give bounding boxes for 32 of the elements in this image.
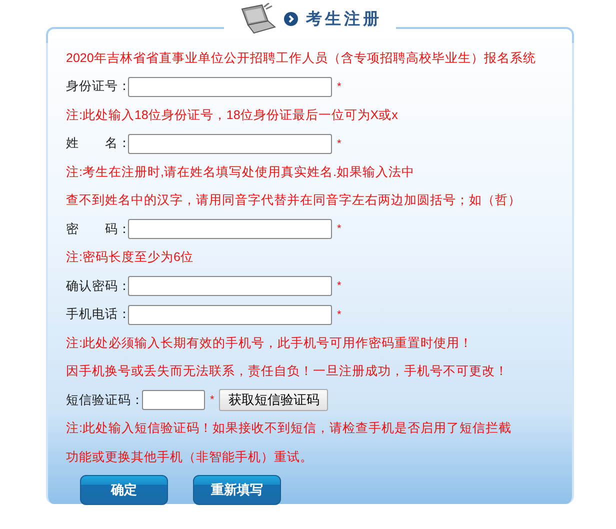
field-label: 密 码： [66,220,128,238]
note-text: 因手机换号或丢失而无法联系，责任自负！一旦注册成功，手机号不可更改！ [66,363,508,380]
required-mark: * [337,80,342,93]
field-label: 姓 名： [66,135,128,152]
note-text: 注:密码长度至少为6位 [66,249,194,266]
input-field[interactable] [128,276,332,296]
field-label: 短信验证码： [66,392,142,409]
required-mark: * [337,280,342,292]
chevron-icon [284,12,298,26]
required-mark: * [210,394,214,406]
page-title: 考生注册 [306,9,382,30]
input-field[interactable] [128,134,332,154]
required-mark: * [337,223,342,236]
input-field[interactable] [142,390,205,410]
required-mark: * [337,308,342,321]
input-field[interactable] [128,219,332,240]
form-button[interactable]: 确定 [80,474,168,504]
input-field[interactable] [128,304,332,325]
input-field[interactable] [128,76,332,97]
required-mark: * [337,138,342,150]
note-text: 注:此处必须输入长期有效的手机号，此手机号可用作密码重置时使用！ [66,334,472,352]
note-text: 注:此处输入短信验证码！如果接收不到短信，请检查手机是否启用了短信拦截 [66,420,512,438]
system-title: 2020年吉林省省直事业单位公开招聘工作人员（含专项招聘高校毕业生）报名系统 [66,50,536,67]
note-text: 注:此处输入18位身份证号，18位身份证最后一位可为X或x [66,106,398,124]
form-button[interactable]: 重新填写 [193,474,281,504]
field-label: 手机电话： [66,306,128,324]
field-label: 身份证号： [66,78,128,96]
get-code-button[interactable]: 获取短信验证码 [219,389,328,412]
note-text: 查不到姓名中的汉字，请用同音字代替并在同音字左右两边加圆括号；如（哲） [66,192,521,210]
note-text: 注:考生在注册时,请在姓名填写处使用真实姓名.如果输入法中 [66,164,414,181]
field-label: 确认密码： [66,278,128,295]
note-text: 功能或更换其他手机（非智能手机）重试。 [66,448,313,466]
